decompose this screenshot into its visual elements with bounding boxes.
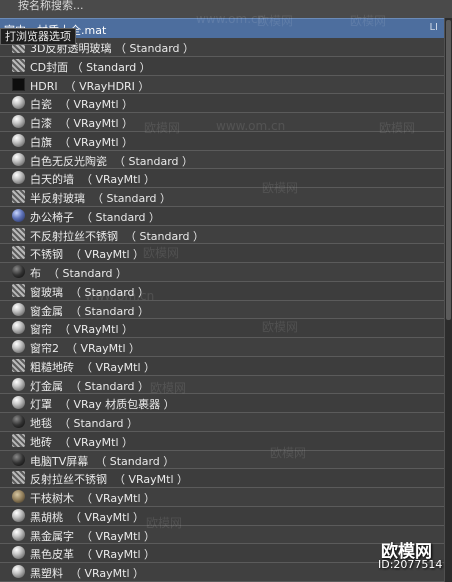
material-list-item[interactable]: 窗金属 （ Standard ） — [0, 300, 444, 320]
material-label: 窗金属 （ Standard ） — [30, 304, 150, 318]
scrollbar[interactable] — [444, 18, 452, 582]
material-list: 3D反射透明玻璃 （ Standard ） CD封面 （ Standard ） HD… — [0, 38, 444, 582]
material-swatch-icon — [12, 208, 25, 222]
material-swatch-icon — [12, 246, 25, 260]
material-label: 灯金属 （ Standard ） — [30, 379, 150, 393]
material-list-item[interactable]: 地毯 （ Standard ） — [0, 413, 444, 432]
material-label: 反射拉丝不锈钢 （ VRayMtl ） — [30, 473, 189, 487]
material-label: 办公椅子 （ Standard ） — [30, 210, 161, 224]
material-swatch-icon — [12, 77, 25, 91]
material-swatch-icon — [12, 190, 25, 203]
material-swatch-icon — [12, 490, 25, 503]
material-label: 窗玻璃 （ Standard ） — [30, 285, 150, 299]
material-swatch-icon — [12, 396, 25, 410]
material-list-item[interactable]: CD封面 （ Standard ） — [0, 56, 444, 76]
material-list-item[interactable]: 半反射玻璃 （ Standard ） — [0, 188, 444, 207]
material-list-item[interactable]: 灯罩 （ VRay 材质包裹器 ） — [0, 394, 444, 413]
material-swatch-icon — [12, 265, 25, 278]
material-list-item[interactable]: 不锈钢 （ VRayMtl ） — [0, 244, 444, 263]
material-swatch-icon — [12, 565, 25, 578]
material-label: 白色无反光陶瓷 （ Standard ） — [30, 154, 194, 168]
material-list-item[interactable]: 反射拉丝不锈钢 （ VRayMtl ） — [0, 469, 444, 488]
material-swatch-icon — [12, 340, 25, 353]
material-swatch-icon — [12, 358, 25, 372]
material-list-item[interactable]: 白旗 （ VRayMtl ） — [0, 131, 444, 151]
material-list-item[interactable]: 白色无反光陶瓷 （ Standard ） — [0, 150, 444, 170]
material-list-item[interactable]: 窗玻璃 （ Standard ） — [0, 281, 444, 301]
material-label: 地砖 （ VRayMtl ） — [30, 435, 134, 449]
tooltip: 打浏览器选项 — [0, 28, 76, 45]
material-label: 白天的墙 （ VRayMtl ） — [30, 173, 156, 187]
material-label: CD封面 （ Standard ） — [30, 60, 151, 74]
material-label: 不锈钢 （ VRayMtl ） — [30, 248, 145, 262]
material-list-item[interactable]: 白瓷 （ VRayMtl ） — [0, 94, 444, 113]
material-swatch-icon — [12, 302, 25, 316]
material-list-item[interactable]: 窗帘2 （ VRayMtl ） — [0, 338, 444, 357]
material-swatch-icon — [12, 227, 25, 241]
material-swatch-icon — [12, 171, 25, 185]
material-swatch-icon — [12, 133, 25, 147]
material-label: 不反射拉丝不锈钢 （ Standard ） — [30, 229, 205, 243]
material-label: 干枝树木 （ VRayMtl ） — [30, 492, 156, 505]
search-input[interactable]: 按名称搜索... — [12, 0, 90, 14]
material-label: 黑胡桃 （ VRayMtl ） — [30, 510, 145, 524]
material-label: 灯罩 （ VRay 材质包裹器 ） — [30, 398, 175, 412]
material-swatch-icon — [12, 433, 25, 447]
material-swatch-icon — [12, 527, 25, 541]
material-list-item[interactable]: 窗帘 （ VRayMtl ） — [0, 319, 444, 338]
material-label: 窗帘 （ VRayMtl ） — [30, 323, 134, 337]
material-swatch-icon — [12, 546, 25, 560]
material-swatch-icon — [12, 415, 25, 428]
material-list-item[interactable]: 白天的墙 （ VRayMtl ） — [0, 169, 444, 188]
material-label: 电脑TV屏幕 （ Standard ） — [30, 454, 175, 468]
material-label: 白旗 （ VRayMtl ） — [30, 135, 134, 149]
material-list-item[interactable]: 白漆 （ VRayMtl ） — [0, 113, 444, 132]
material-label: 白漆 （ VRayMtl ） — [30, 117, 134, 130]
path-suffix: LI — [429, 22, 438, 33]
material-label: 粗糙地砖 （ VRayMtl ） — [30, 360, 156, 374]
material-label: 黑金属字 （ VRayMtl ） — [30, 529, 156, 543]
material-list-item[interactable]: 地砖 （ VRayMtl ） — [0, 431, 444, 451]
material-swatch-icon — [12, 321, 25, 335]
material-list-item[interactable]: 不反射拉丝不锈钢 （ Standard ） — [0, 225, 444, 245]
material-label: 布 （ Standard ） — [30, 267, 128, 280]
site-id: ID:2077514 — [378, 558, 443, 571]
search-bar[interactable]: 按名称搜索... — [0, 0, 452, 18]
material-swatch-icon — [12, 377, 25, 391]
material-swatch-icon — [12, 452, 25, 466]
scrollbar-thumb[interactable] — [446, 20, 451, 320]
material-list-item[interactable]: 粗糙地砖 （ VRayMtl ） — [0, 356, 444, 376]
material-label: 半反射玻璃 （ Standard ） — [30, 192, 172, 205]
material-swatch-icon — [12, 283, 25, 297]
material-label: 地毯 （ Standard ） — [30, 417, 139, 430]
material-swatch-icon — [12, 96, 25, 110]
material-list-item[interactable]: 布 （ Standard ） — [0, 263, 444, 282]
material-list-item[interactable]: 干枝树木 （ VRayMtl ） — [0, 488, 444, 507]
material-swatch-icon — [12, 152, 25, 166]
material-label: 黑色皮革 （ VRayMtl ） — [30, 548, 156, 562]
material-list-item[interactable]: 电脑TV屏幕 （ Standard ） — [0, 450, 444, 470]
material-list-item[interactable]: 灯金属 （ Standard ） — [0, 375, 444, 395]
material-swatch-icon — [12, 471, 25, 485]
material-label: 黑塑料 （ VRayMtl ） — [30, 567, 145, 580]
material-swatch-icon — [12, 115, 25, 128]
material-label: 白瓷 （ VRayMtl ） — [30, 98, 134, 112]
material-list-item[interactable]: 黑金属字 （ VRayMtl ） — [0, 525, 444, 545]
material-label: HDRI （ VRayHDRI ） — [30, 79, 150, 93]
material-label: 窗帘2 （ VRayMtl ） — [30, 342, 141, 355]
material-list-item[interactable]: 黑胡桃 （ VRayMtl ） — [0, 506, 444, 526]
material-swatch-icon — [12, 508, 25, 522]
material-swatch-icon — [12, 58, 25, 72]
material-list-item[interactable]: 办公椅子 （ Standard ） — [0, 206, 444, 226]
material-list-item[interactable]: HDRI （ VRayHDRI ） — [0, 75, 444, 95]
